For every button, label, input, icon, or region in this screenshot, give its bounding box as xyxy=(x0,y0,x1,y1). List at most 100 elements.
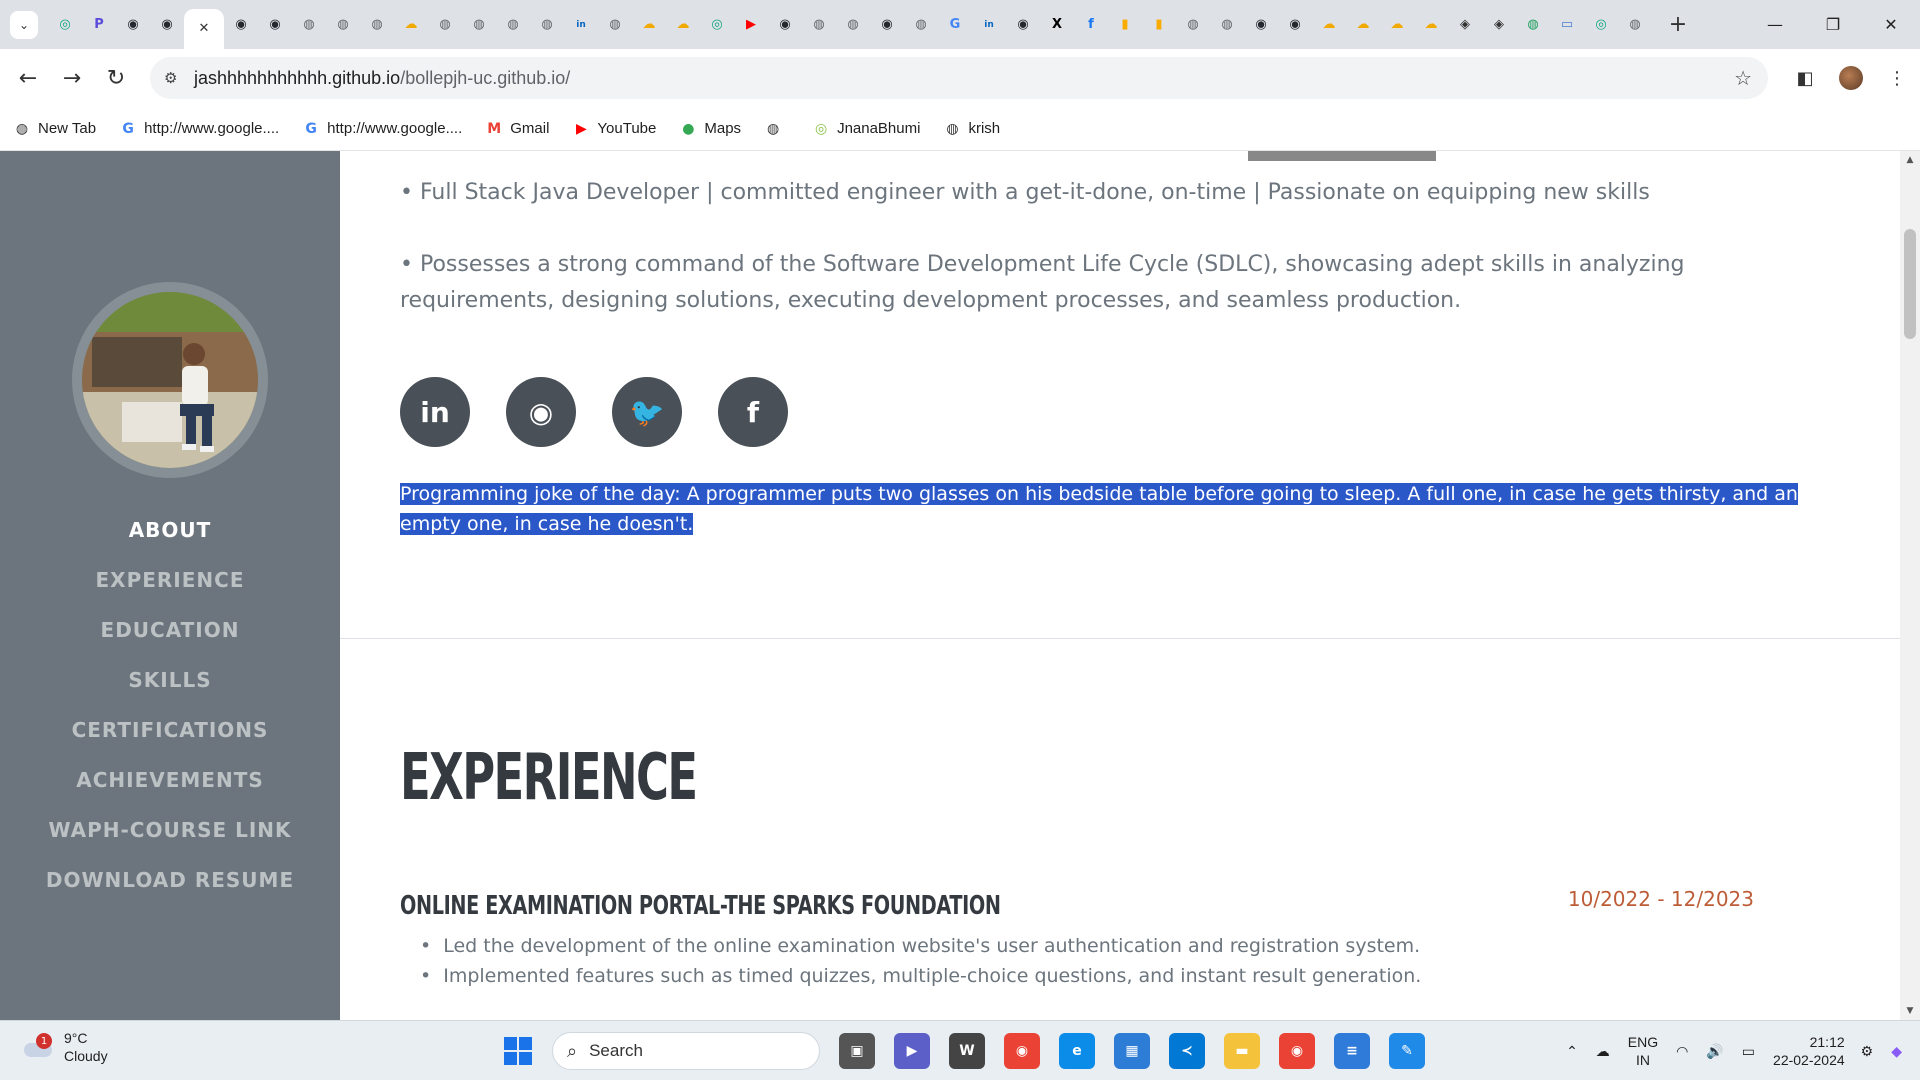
browser-tab[interactable]: ◍ xyxy=(904,8,938,42)
url-text[interactable]: jashhhhhhhhhhh.github.io/bollepjh-uc.git… xyxy=(194,68,570,89)
edge-taskbar-button[interactable]: e xyxy=(1059,1033,1095,1069)
browser-tab[interactable]: ▮ xyxy=(1108,8,1142,42)
browser-tab[interactable]: ◎ xyxy=(700,8,734,42)
bookmark-item[interactable]: ◎ JnanaBhumi xyxy=(813,120,921,137)
bookmark-item[interactable]: ◍ New Tab xyxy=(14,120,96,137)
browser-tab[interactable]: ◉ xyxy=(1244,8,1278,42)
taskbar-search[interactable]: ⌕ Search xyxy=(552,1032,820,1070)
store-taskbar-button[interactable]: ▦ xyxy=(1114,1033,1150,1069)
browser-tab[interactable]: ◍ xyxy=(360,8,394,42)
minimize-button[interactable]: — xyxy=(1746,0,1804,49)
facebook-link[interactable]: f xyxy=(718,377,788,447)
new-tab-button[interactable]: + xyxy=(1664,12,1692,37)
start-button[interactable] xyxy=(498,1031,538,1071)
battery-icon[interactable]: ▭ xyxy=(1742,1042,1755,1060)
side-panel-button[interactable]: ◧ xyxy=(1782,68,1828,89)
file-explorer-taskbar-button[interactable]: ▬ xyxy=(1224,1033,1260,1069)
browser-tab[interactable]: ▮ xyxy=(1142,8,1176,42)
bookmark-item[interactable]: ▶ YouTube xyxy=(573,120,656,137)
browser-tab[interactable]: G xyxy=(938,8,972,42)
sidebar-item-certifications[interactable]: CERTIFICATIONS xyxy=(0,705,340,755)
profile-button[interactable] xyxy=(1828,66,1874,90)
browser-tab[interactable]: ☁ xyxy=(632,8,666,42)
restore-button[interactable]: ❐ xyxy=(1804,0,1862,49)
browser-tab[interactable]: ◍ xyxy=(1618,8,1652,42)
browser-tab[interactable]: ◍ xyxy=(530,8,564,42)
browser-tab[interactable]: ◍ xyxy=(1210,8,1244,42)
tab-search-button[interactable]: ⌄ xyxy=(10,10,38,39)
page-scrollbar[interactable]: ▲ ▼ xyxy=(1900,151,1920,1020)
scroll-down-icon[interactable]: ▼ xyxy=(1904,1006,1916,1016)
bookmark-item[interactable]: ◍ xyxy=(765,121,789,137)
bookmark-star-icon[interactable]: ☆ xyxy=(1734,66,1752,90)
sidebar-item-about[interactable]: ABOUT xyxy=(0,505,340,555)
volume-icon[interactable]: 🔊 xyxy=(1706,1042,1723,1060)
twitter-link[interactable]: 🐦 xyxy=(612,377,682,447)
github-link[interactable]: ◉ xyxy=(506,377,576,447)
browser-tab[interactable]: ◉ xyxy=(1278,8,1312,42)
browser-tab[interactable]: ◍ xyxy=(292,8,326,42)
browser-tab[interactable]: ◍ xyxy=(428,8,462,42)
scroll-up-icon[interactable]: ▲ xyxy=(1904,155,1916,165)
browser-tab[interactable]: X xyxy=(1040,8,1074,42)
browser-tab[interactable]: ◉ xyxy=(870,8,904,42)
chrome-taskbar-button[interactable]: ◉ xyxy=(1279,1033,1315,1069)
browser-tab[interactable]: ◉ xyxy=(1006,8,1040,42)
browser-tab[interactable]: ◉ xyxy=(258,8,292,42)
linkedin-link[interactable]: in xyxy=(400,377,470,447)
task-view-taskbar-button[interactable]: ▣ xyxy=(839,1033,875,1069)
browser-tab[interactable]: in xyxy=(972,8,1006,42)
wifi-icon[interactable]: ◠ xyxy=(1676,1042,1688,1060)
browser-tab[interactable]: ☁ xyxy=(1380,8,1414,42)
close-window-button[interactable]: ✕ xyxy=(1862,0,1920,49)
site-info-icon[interactable]: ⚙ xyxy=(164,69,194,87)
browser-tab[interactable]: ◍ xyxy=(462,8,496,42)
reload-button[interactable]: ↻ xyxy=(94,56,138,100)
scroll-thumb[interactable] xyxy=(1904,229,1916,339)
vscode-taskbar-button[interactable]: ≺ xyxy=(1169,1033,1205,1069)
sidebar-item-achievements[interactable]: ACHIEVEMENTS xyxy=(0,755,340,805)
sidebar-item-experience[interactable]: EXPERIENCE xyxy=(0,555,340,605)
browser-tab[interactable]: ☁ xyxy=(1414,8,1448,42)
onedrive-icon[interactable]: ☁ xyxy=(1596,1042,1610,1060)
browser-tab[interactable]: ◍ xyxy=(496,8,530,42)
browser-tab[interactable]: ◍ xyxy=(598,8,632,42)
browser-tab[interactable]: ◎ xyxy=(1584,8,1618,42)
browser-tab[interactable]: ☁ xyxy=(666,8,700,42)
browser-tab[interactable]: ☁ xyxy=(394,8,428,42)
clock[interactable]: 21:12 22-02-2024 xyxy=(1773,1033,1845,1069)
language-indicator[interactable]: ENG IN xyxy=(1628,1033,1658,1069)
browser-tab[interactable]: ◍ xyxy=(1516,8,1550,42)
browser-tab[interactable]: ◍ xyxy=(326,8,360,42)
menu-button[interactable]: ⋮ xyxy=(1874,68,1920,89)
copilot-icon[interactable]: ◆ xyxy=(1891,1042,1902,1060)
paint-taskbar-button[interactable]: ✎ xyxy=(1389,1033,1425,1069)
browser-tab[interactable]: ◍ xyxy=(802,8,836,42)
browser-tab[interactable]: ◍ xyxy=(836,8,870,42)
sidebar-item-education[interactable]: EDUCATION xyxy=(0,605,340,655)
settings-gear-icon[interactable]: ⚙ xyxy=(1861,1042,1874,1060)
browser-tab[interactable]: P xyxy=(82,8,116,42)
browser-tab[interactable]: ◉ xyxy=(768,8,802,42)
browser-tab[interactable]: ◈ xyxy=(1448,8,1482,42)
sidebar-item-download-resume[interactable]: DOWNLOAD RESUME xyxy=(0,855,340,905)
browser-tab[interactable]: ◍ xyxy=(1176,8,1210,42)
sidebar-item-skills[interactable]: SKILLS xyxy=(0,655,340,705)
weather-widget[interactable]: 1 9°C Cloudy xyxy=(22,1029,108,1065)
bookmark-item[interactable]: Ghttp://www.google.... xyxy=(120,120,279,137)
chrome-taskbar-button[interactable]: ◉ xyxy=(1004,1033,1040,1069)
browser-tab[interactable]: ✕ xyxy=(184,8,224,49)
browser-tab[interactable]: ◈ xyxy=(1482,8,1516,42)
show-hidden-icons-button[interactable]: ⌃ xyxy=(1566,1042,1578,1060)
address-bar[interactable]: ⚙ jashhhhhhhhhhh.github.io/bollepjh-uc.g… xyxy=(150,57,1768,99)
browser-tab[interactable]: ☁ xyxy=(1312,8,1346,42)
sidebar-item-waph-course-link[interactable]: WAPH-COURSE LINK xyxy=(0,805,340,855)
browser-tab[interactable]: f xyxy=(1074,8,1108,42)
browser-tab[interactable]: ☁ xyxy=(1346,8,1380,42)
browser-tab[interactable]: ▭ xyxy=(1550,8,1584,42)
bookmark-item[interactable]: ● Maps xyxy=(680,120,741,137)
browser-tab[interactable]: ◉ xyxy=(116,8,150,42)
bookmark-item[interactable]: M Gmail xyxy=(486,120,549,137)
bookmark-item[interactable]: Ghttp://www.google.... xyxy=(303,120,462,137)
notepad-taskbar-button[interactable]: ≡ xyxy=(1334,1033,1370,1069)
